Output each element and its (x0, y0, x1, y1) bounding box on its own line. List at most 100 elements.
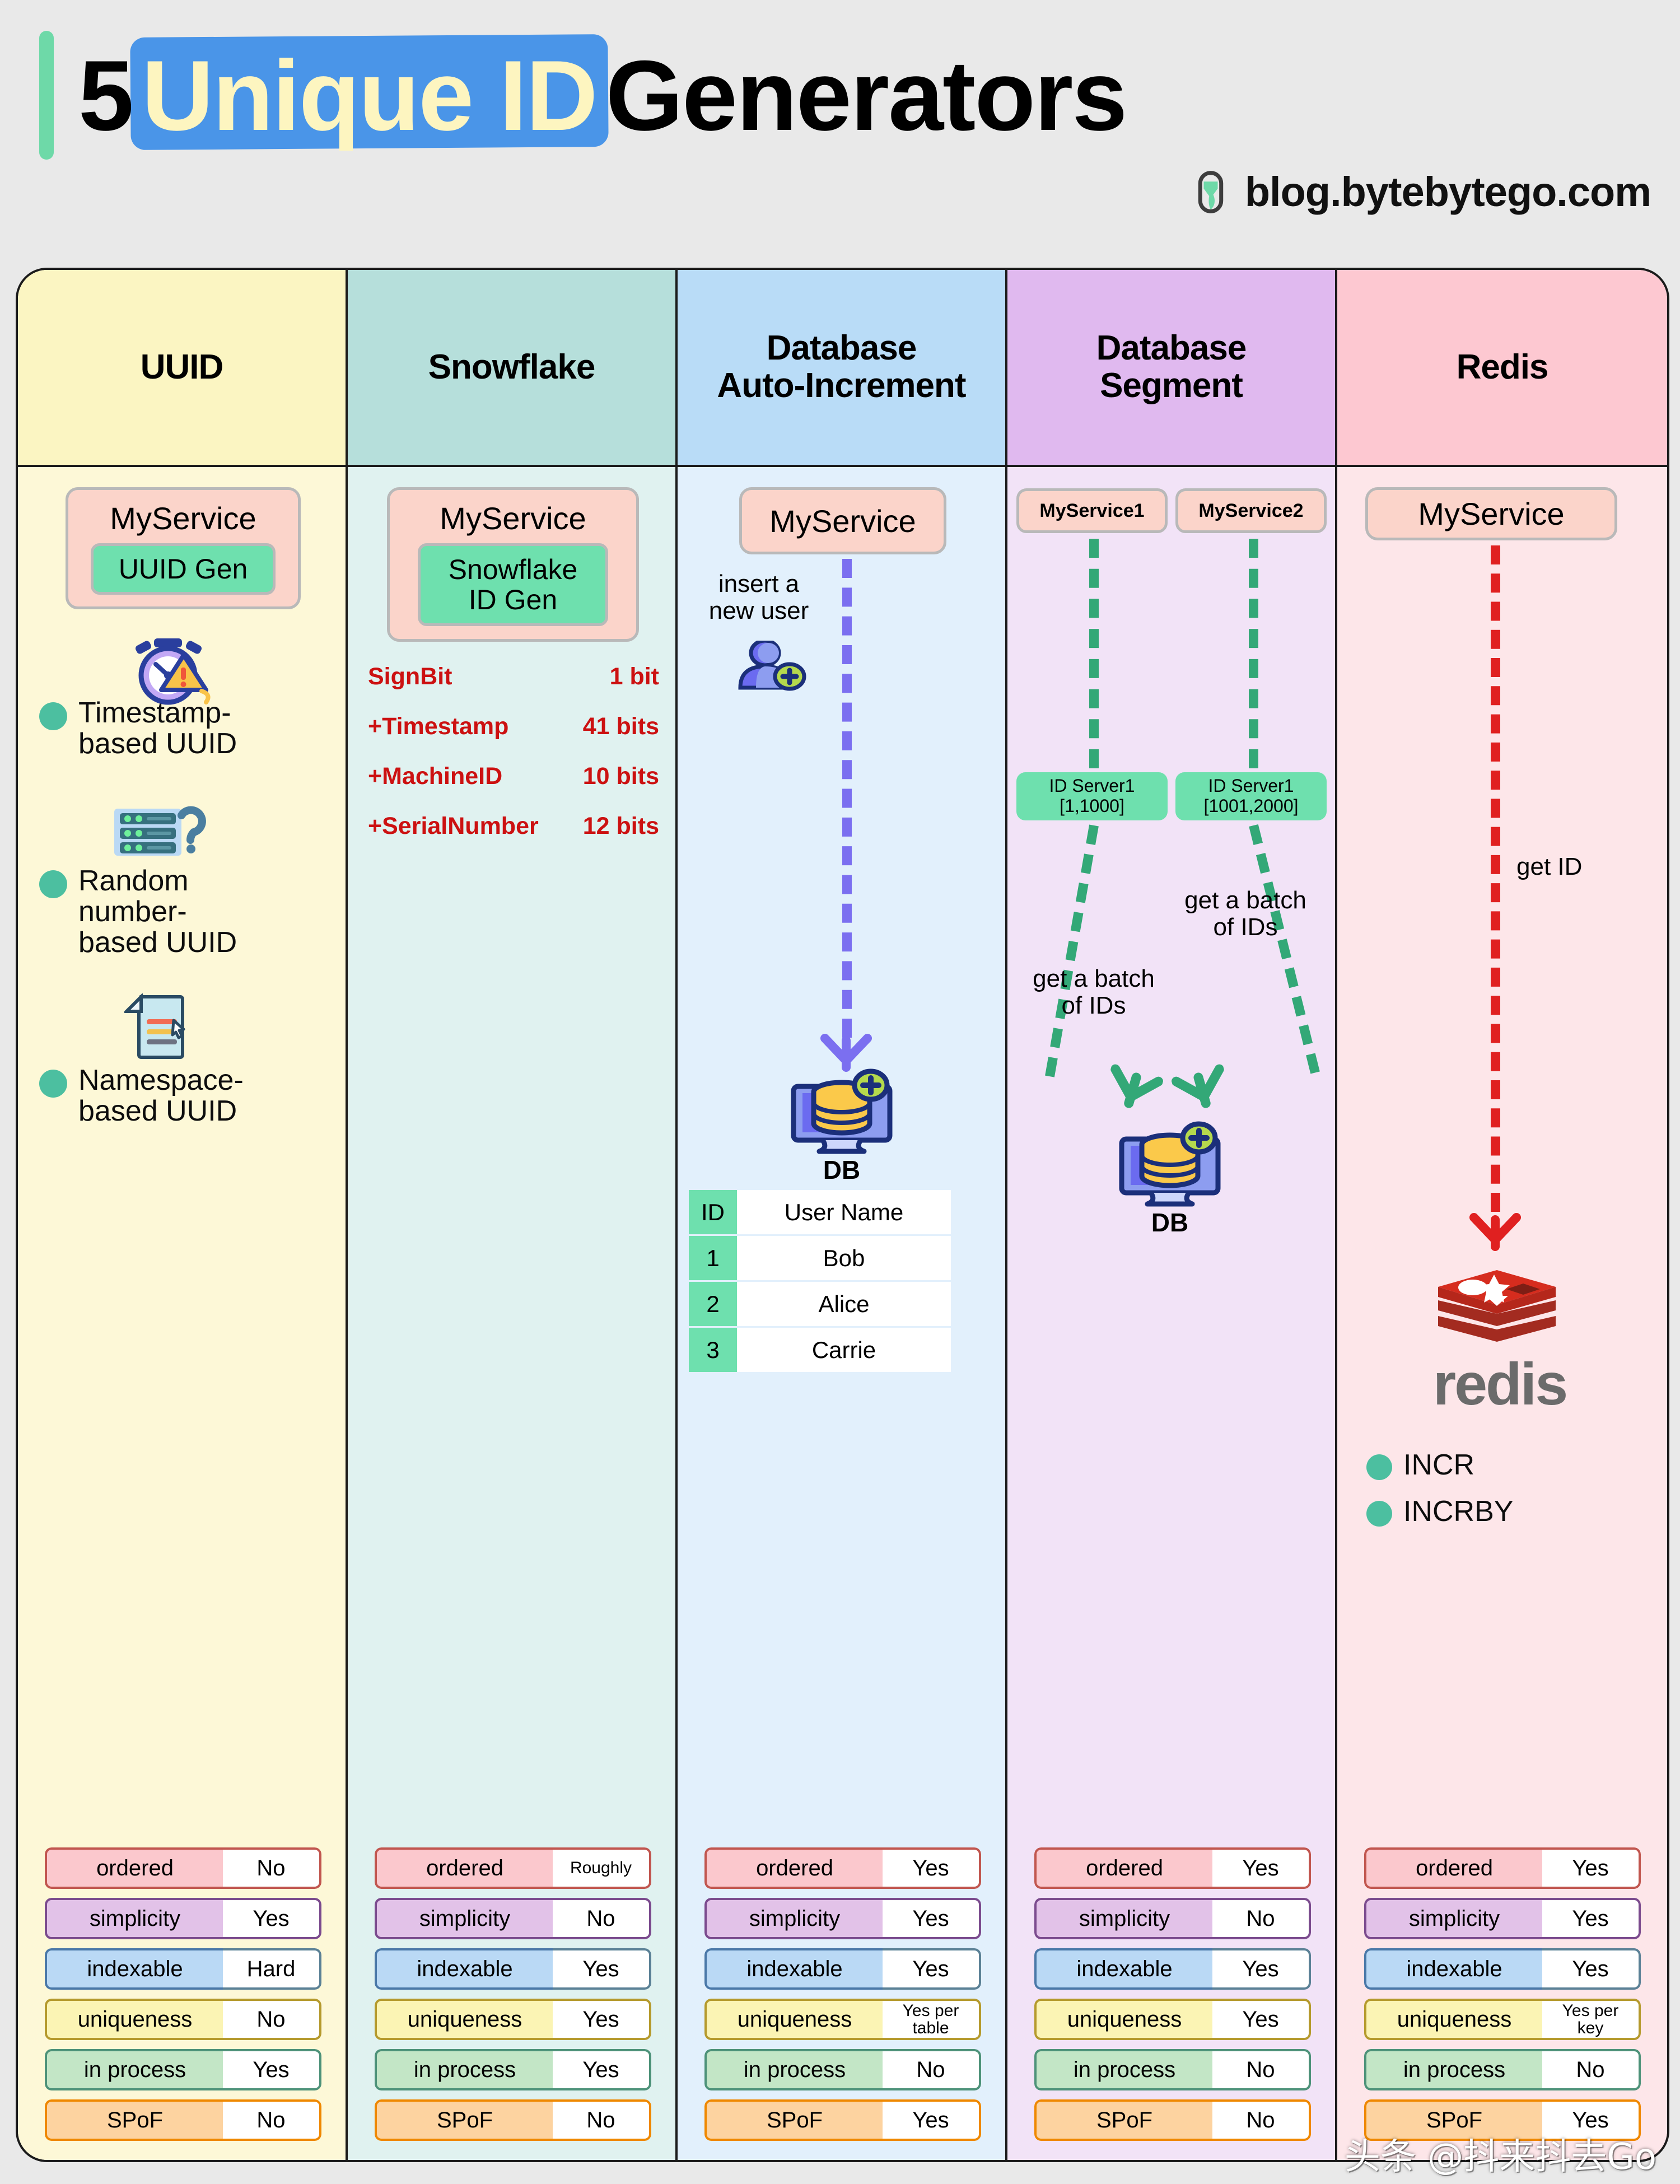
service-box-2: MyService2 (1175, 488, 1327, 533)
bullet-item: Timestamp- based UUID (39, 697, 336, 760)
cell-name: Alice (737, 1282, 951, 1326)
comparison-table-redis: ordered Yes simplicity Yes indexable Yes… (1364, 1847, 1641, 2150)
cell-id: 3 (689, 1328, 737, 1372)
bullet-label: Namespace- based UUID (78, 1064, 244, 1128)
column-title: Database Auto-Increment (717, 329, 966, 405)
row-value: Yes (223, 1898, 321, 1939)
row-value: Yes (1542, 1948, 1641, 1990)
bit-row: +MachineID 10 bits (368, 763, 659, 790)
row-key: ordered (1364, 1847, 1542, 1889)
row-key: uniqueness (45, 1999, 223, 2040)
get-id-label: get ID (1516, 853, 1583, 880)
service-name: MyService (440, 501, 586, 536)
page-header: 5 Unique ID Generators blog.bytebytego.c… (0, 0, 1680, 263)
database-add-icon (786, 1065, 898, 1158)
users-table: ID User Name 1 Bob 2 Alice 3 Carrie (689, 1188, 951, 1374)
row-value: Yes (553, 1948, 651, 1990)
column-header-name: User Name (737, 1190, 951, 1234)
column-header-redis: Redis (1337, 270, 1667, 467)
get-id-arrow (1491, 545, 1500, 1212)
arrow-head-icon (1100, 1061, 1164, 1121)
table-row: uniqueness Yes per key (1364, 1999, 1641, 2040)
table-row: ordered Yes (1034, 1847, 1311, 1889)
column-header-snowflake: Snowflake (348, 270, 675, 467)
row-key: SPoF (1034, 2099, 1212, 2141)
cell-id: 2 (689, 1282, 737, 1326)
table-row: ordered Yes (704, 1847, 981, 1889)
row-value: Yes (1542, 1847, 1641, 1889)
database-add-icon (1114, 1118, 1226, 1210)
bullet-item: Random number- based UUID (39, 865, 336, 958)
arrow-head-icon (1469, 1212, 1521, 1257)
db-label: DB (1151, 1208, 1189, 1237)
row-key: simplicity (1034, 1898, 1212, 1939)
row-value: No (1212, 1898, 1311, 1939)
insert-flow-label: insert a new user (708, 570, 809, 625)
batch-label-1: get a batch of IDs (1033, 965, 1155, 1020)
table-row: indexable Yes (375, 1948, 651, 1990)
row-value: Yes (1212, 1948, 1311, 1990)
table-row: ordered Roughly (375, 1847, 651, 1889)
column-snowflake: Snowflake MyService Snowflake ID Gen Sig… (348, 270, 678, 2160)
table-row: SPoF No (1034, 2099, 1311, 2141)
row-key: indexable (375, 1948, 553, 1990)
column-header-db-segment: Database Segment (1007, 270, 1335, 467)
column-body-uuid: MyService UUID Gen Timestamp- based UUID… (18, 467, 346, 2160)
service-box-snowflake: MyService Snowflake ID Gen (387, 487, 639, 642)
table-row: simplicity Yes (45, 1898, 321, 1939)
bullet-dot (39, 702, 67, 730)
generator-box: Snowflake ID Gen (418, 543, 608, 626)
service-box-autoinc: MyService (739, 487, 946, 554)
column-title: Snowflake (428, 347, 596, 386)
table-row: uniqueness No (45, 1999, 321, 2040)
bit-name: +Timestamp (368, 713, 509, 740)
bullet-dot (1366, 1501, 1392, 1527)
row-key: ordered (1034, 1847, 1212, 1889)
column-header-uuid: UUID (18, 270, 346, 467)
row-value: No (1212, 2049, 1311, 2090)
row-key: in process (1034, 2049, 1212, 2090)
row-key: indexable (1364, 1948, 1542, 1990)
cell-name: Carrie (737, 1328, 951, 1372)
title-suffix: Generators (605, 39, 1128, 151)
idserver1-to-db-arrow (1045, 824, 1099, 1077)
title-prefix: 5 (78, 39, 134, 151)
cell-id: 1 (689, 1236, 737, 1280)
row-value: Yes (553, 1999, 651, 2040)
table-row: in process Yes (375, 2049, 651, 2090)
service2-to-idserver-arrow (1249, 539, 1258, 768)
column-redis: Redis MyService get ID redis INCR INCRBY… (1337, 270, 1667, 2160)
table-row: in process No (704, 2049, 981, 2090)
table-row: simplicity No (1034, 1898, 1311, 1939)
table-row: SPoF No (45, 2099, 321, 2141)
table-row: in process No (1364, 2049, 1641, 2090)
row-value: No (1212, 2099, 1311, 2141)
row-key: SPoF (45, 2099, 223, 2141)
row-key: indexable (1034, 1948, 1212, 1990)
comparison-table-snowflake: ordered Roughly simplicity No indexable … (375, 1847, 651, 2150)
row-value: Yes (883, 2099, 981, 2141)
table-row: 3 Carrie (689, 1328, 951, 1372)
row-value: Yes (883, 1948, 981, 1990)
generator-box: UUID Gen (91, 543, 276, 595)
brand[interactable]: blog.bytebytego.com (1189, 168, 1651, 216)
bullet-label: Timestamp- based UUID (78, 697, 237, 760)
column-db-segment: Database Segment MyService1 MyService2 I… (1007, 270, 1337, 2160)
row-key: simplicity (1364, 1898, 1542, 1939)
row-key: uniqueness (1034, 1999, 1212, 2040)
bit-row: SignBit 1 bit (368, 663, 659, 690)
table-row: SPoF No (375, 2099, 651, 2141)
bit-row: +Timestamp 41 bits (368, 713, 659, 740)
cell-name: Bob (737, 1236, 951, 1280)
column-db-auto-increment: Database Auto-Increment MyService insert… (678, 270, 1007, 2160)
row-key: ordered (375, 1847, 553, 1889)
column-body-db-segment: MyService1 MyService2 ID Server1 [1,1000… (1007, 467, 1335, 2160)
row-key: SPoF (704, 2099, 883, 2141)
row-value: No (223, 1847, 321, 1889)
column-body-db-auto-increment: MyService insert a new user DB ID User N… (678, 467, 1005, 2160)
row-value: Yes (223, 2049, 321, 2090)
comparison-table-autoinc: ordered Yes simplicity Yes indexable Yes… (704, 1847, 981, 2150)
row-value: No (1542, 2049, 1641, 2090)
table-row: SPoF Yes (1364, 2099, 1641, 2141)
row-key: in process (1364, 2049, 1542, 2090)
